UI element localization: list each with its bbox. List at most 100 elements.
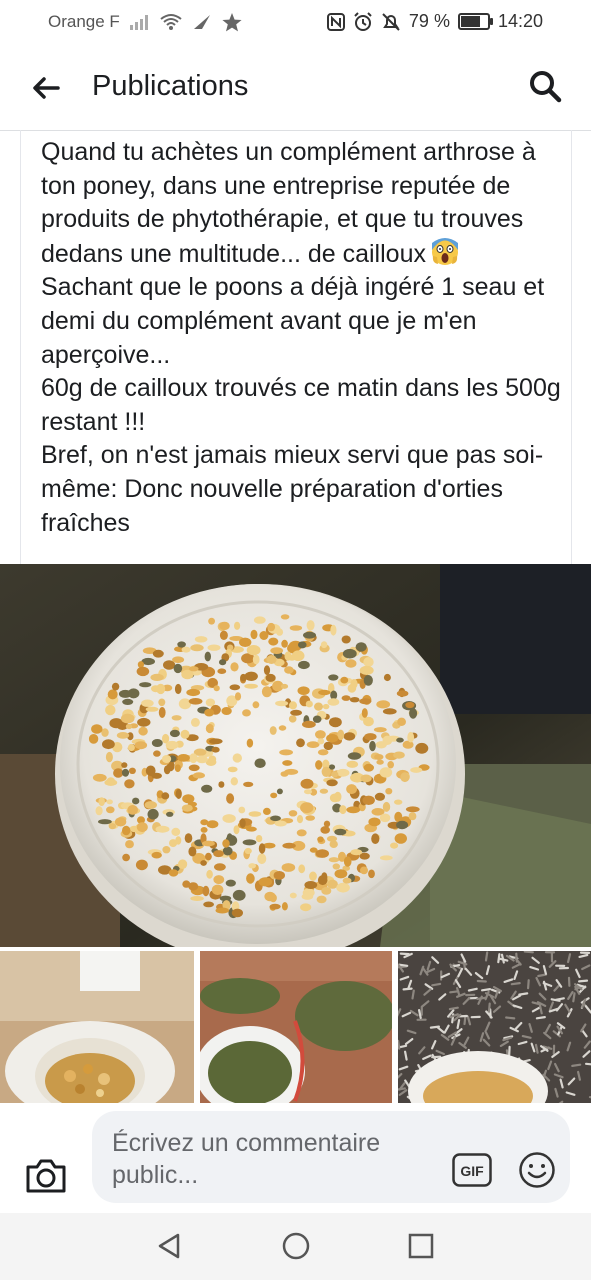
pebble bbox=[355, 642, 367, 652]
pebble bbox=[151, 739, 163, 747]
seed bbox=[572, 992, 576, 1003]
pebble bbox=[279, 749, 293, 756]
pebble bbox=[196, 755, 208, 764]
gif-icon[interactable]: GIF bbox=[452, 1153, 492, 1187]
pebble bbox=[390, 842, 399, 849]
status-right: 79 % 14:20 bbox=[326, 11, 543, 32]
pebble bbox=[346, 784, 357, 795]
pebble bbox=[289, 701, 297, 710]
pebble bbox=[326, 779, 338, 787]
search-icon[interactable] bbox=[527, 68, 563, 104]
pebble bbox=[136, 666, 150, 677]
pebble bbox=[261, 686, 272, 698]
pebble bbox=[226, 793, 235, 804]
circle-home-icon[interactable] bbox=[281, 1231, 311, 1261]
pebble bbox=[270, 792, 278, 799]
pebble bbox=[181, 669, 194, 680]
pebble bbox=[230, 777, 238, 786]
pebble bbox=[125, 723, 133, 730]
pebble bbox=[246, 645, 261, 656]
pebble bbox=[171, 827, 181, 836]
pebble bbox=[315, 760, 323, 770]
seed bbox=[523, 951, 534, 954]
pebble bbox=[174, 764, 181, 772]
smiley-icon[interactable] bbox=[518, 1151, 556, 1189]
pebble bbox=[387, 761, 395, 769]
pebble bbox=[312, 715, 322, 723]
pebble bbox=[155, 825, 170, 833]
battery-icon bbox=[457, 13, 493, 30]
pebble bbox=[302, 888, 315, 898]
seed bbox=[505, 1016, 516, 1020]
pebble bbox=[200, 819, 209, 826]
seed bbox=[535, 1015, 546, 1020]
seed bbox=[484, 951, 489, 962]
pebble bbox=[165, 740, 179, 750]
camera-icon[interactable] bbox=[24, 1155, 68, 1195]
pebble bbox=[331, 771, 339, 778]
thumbnail-1[interactable] bbox=[0, 951, 194, 1103]
pebble bbox=[246, 826, 257, 832]
pebble bbox=[208, 755, 217, 763]
pebble bbox=[347, 752, 362, 760]
thumbnail-3[interactable] bbox=[398, 951, 591, 1103]
pebble bbox=[267, 622, 276, 632]
pebble bbox=[138, 726, 148, 736]
pebble bbox=[350, 849, 363, 856]
pebble bbox=[305, 700, 313, 708]
pebble bbox=[253, 616, 266, 624]
pebble bbox=[339, 805, 347, 815]
pebble bbox=[121, 762, 128, 768]
pebble bbox=[345, 659, 357, 668]
pebble bbox=[263, 807, 271, 815]
pebble bbox=[188, 698, 203, 705]
pebble bbox=[369, 740, 376, 752]
pebble bbox=[405, 701, 415, 709]
pebble bbox=[234, 692, 242, 701]
pebble bbox=[186, 688, 201, 697]
pebble bbox=[135, 859, 148, 871]
pebble bbox=[137, 717, 151, 727]
comment-input[interactable]: Écrivez un commentaire public... GIF bbox=[92, 1111, 570, 1203]
pebble bbox=[189, 666, 199, 672]
pebble bbox=[400, 772, 410, 783]
pebble bbox=[288, 654, 296, 661]
pebble bbox=[244, 847, 252, 855]
pebble bbox=[162, 755, 172, 763]
pebble bbox=[334, 869, 348, 879]
pebble bbox=[188, 846, 197, 857]
signal-icon bbox=[129, 15, 148, 30]
pebble bbox=[172, 656, 185, 663]
pebble bbox=[374, 792, 385, 801]
pebble bbox=[227, 766, 238, 773]
pebble bbox=[273, 871, 285, 880]
triangle-back-icon[interactable] bbox=[154, 1231, 184, 1261]
pebble bbox=[379, 767, 393, 778]
pebble bbox=[346, 806, 361, 814]
pebble bbox=[181, 646, 191, 653]
post-card: Quand tu achètes un complément arthrose … bbox=[20, 130, 572, 564]
pebble bbox=[230, 662, 239, 672]
pebble bbox=[296, 815, 304, 824]
pebble bbox=[368, 817, 381, 827]
seed bbox=[537, 973, 548, 978]
pebble bbox=[139, 682, 152, 688]
arrow-left-icon[interactable] bbox=[30, 72, 62, 104]
pebble bbox=[280, 683, 289, 689]
pebble bbox=[269, 726, 277, 735]
comment-placeholder: Écrivez un commentaire public... bbox=[112, 1129, 381, 1189]
pebble bbox=[252, 654, 260, 665]
post-main-photo[interactable] bbox=[0, 564, 591, 947]
pebble bbox=[265, 673, 276, 682]
pebble bbox=[396, 690, 409, 697]
pebble bbox=[127, 805, 138, 815]
thumbnail-2[interactable] bbox=[200, 951, 392, 1103]
pebble bbox=[190, 896, 204, 901]
pebble bbox=[194, 636, 208, 643]
pebble bbox=[206, 820, 219, 829]
pebble bbox=[379, 813, 391, 823]
pebble bbox=[371, 833, 380, 844]
pebble bbox=[173, 663, 183, 674]
pebble bbox=[252, 701, 260, 709]
square-recents-icon[interactable] bbox=[406, 1231, 436, 1261]
